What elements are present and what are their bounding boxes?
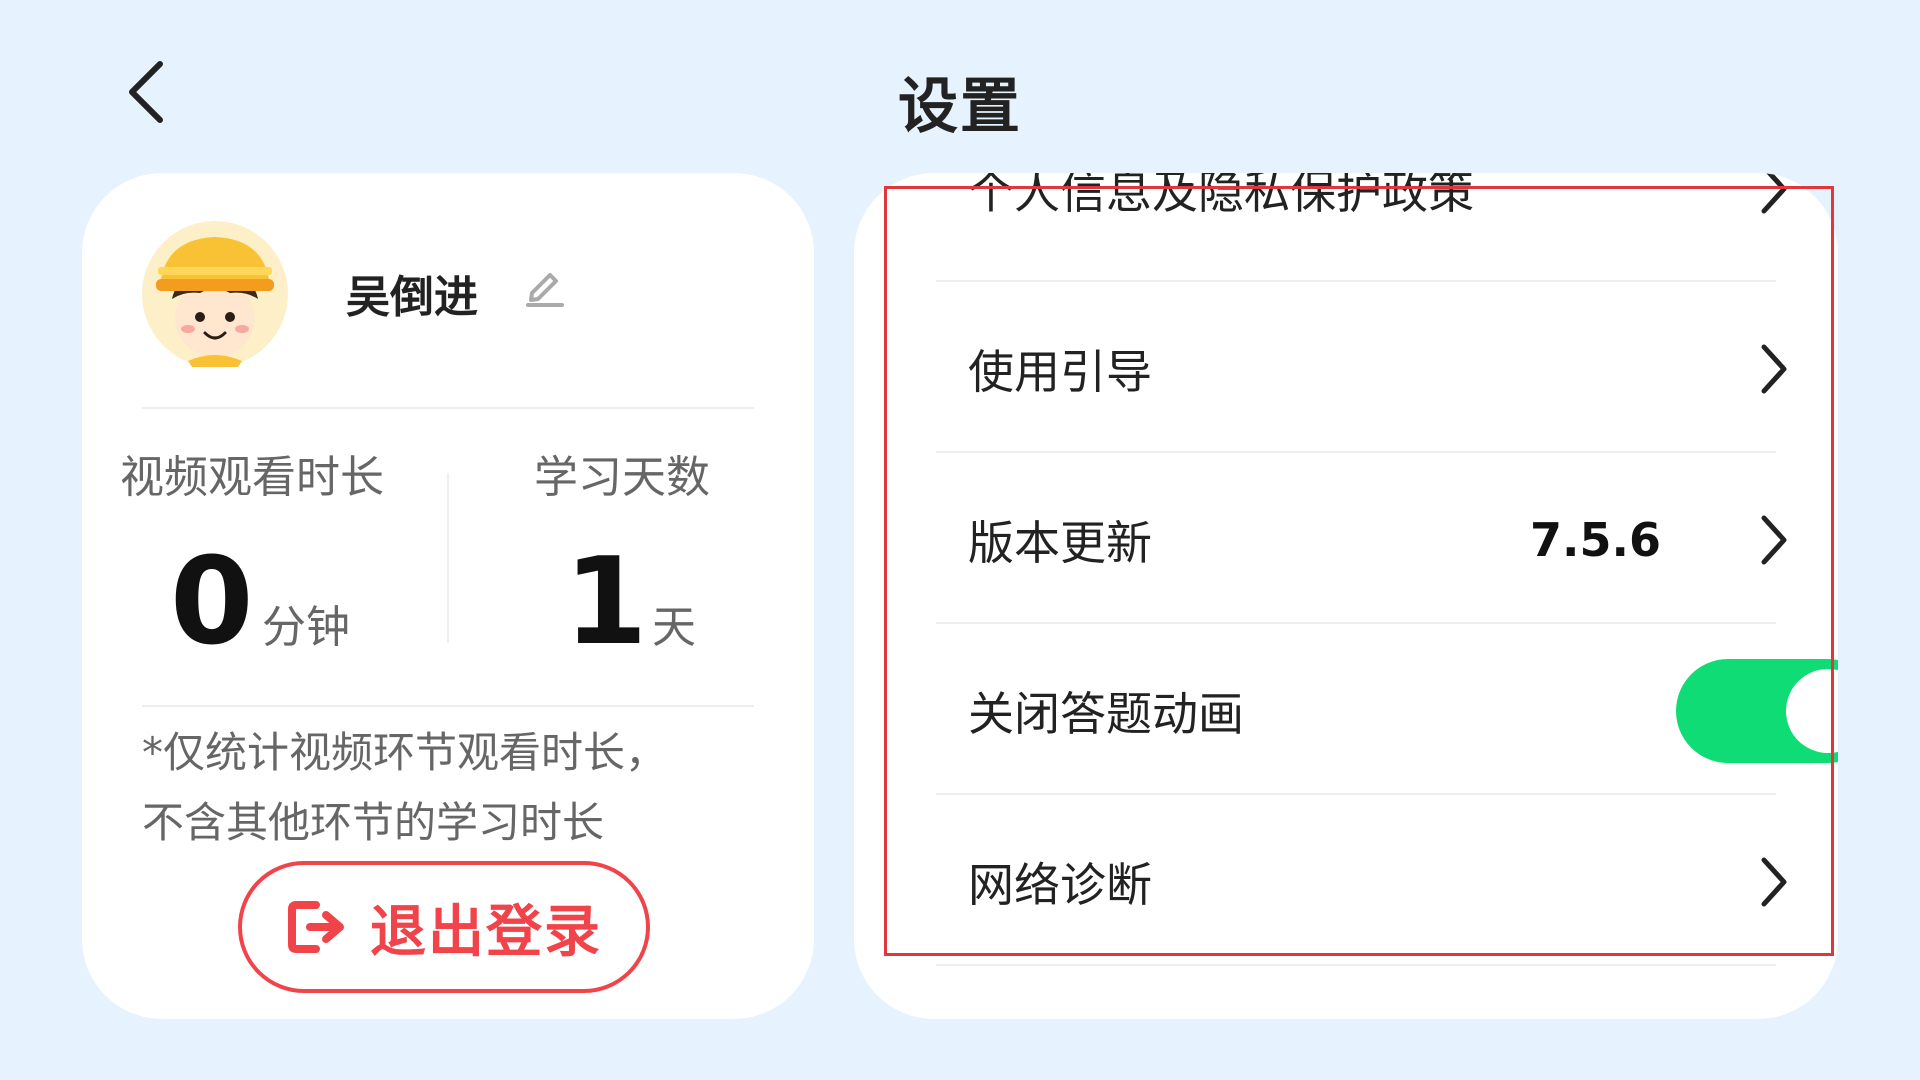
chevron-right-icon bbox=[1761, 173, 1787, 213]
profile-card: 吴倒进 视频观看时长 0 分钟 学习天数 1 天 *仅统计视频环节观看时长， 不… bbox=[82, 173, 814, 1019]
settings-item-label: 使用引导 bbox=[968, 344, 1152, 399]
settings-divider bbox=[936, 793, 1776, 795]
stats-divider bbox=[447, 473, 449, 643]
profile-divider bbox=[142, 407, 754, 409]
page-title: 设置 bbox=[898, 72, 1022, 142]
settings-item-disable-answer-animation: 关闭答题动画 bbox=[936, 625, 1838, 796]
settings-divider bbox=[936, 964, 1776, 966]
logout-label: 退出登录 bbox=[370, 899, 602, 965]
avatar bbox=[142, 221, 288, 367]
settings-divider bbox=[936, 451, 1776, 453]
chevron-right-icon bbox=[1761, 344, 1787, 393]
toggle-knob bbox=[1786, 668, 1838, 753]
settings-divider bbox=[936, 280, 1776, 282]
stat-study-days-value: 1 bbox=[564, 533, 648, 672]
stat-watch-time-label: 视频观看时长 bbox=[120, 452, 384, 503]
stats-note-line1: *仅统计视频环节观看时长， bbox=[142, 728, 668, 777]
username: 吴倒进 bbox=[346, 272, 478, 323]
settings-item-label: 版本更新 bbox=[968, 515, 1152, 570]
settings-item-version-update[interactable]: 版本更新 7.5.6 bbox=[936, 454, 1787, 625]
answer-animation-toggle[interactable] bbox=[1676, 658, 1838, 763]
stats-bottom-divider bbox=[142, 705, 754, 707]
settings-item-privacy-policy[interactable]: 个人信息及隐私保护政策 bbox=[936, 173, 1787, 274]
settings-item-label: 网络诊断 bbox=[968, 857, 1152, 912]
settings-card: 个人信息及隐私保护政策 使用引导 版本更新 7.5.6 关闭答题动画 网络诊断 bbox=[854, 173, 1838, 1019]
logout-button[interactable]: 退出登录 bbox=[238, 861, 650, 993]
settings-item-label: 关闭答题动画 bbox=[968, 686, 1244, 741]
stat-study-days-unit: 天 bbox=[652, 602, 696, 653]
chevron-right-icon bbox=[1761, 515, 1787, 564]
version-number: 7.5.6 bbox=[1530, 512, 1661, 567]
chevron-right-icon bbox=[1761, 857, 1787, 906]
stat-watch-time-unit: 分钟 bbox=[262, 602, 350, 653]
stats-note-line2: 不含其他环节的学习时长 bbox=[142, 798, 605, 847]
settings-item-network-diagnosis[interactable]: 网络诊断 bbox=[936, 796, 1787, 967]
child-avatar-icon bbox=[142, 221, 288, 367]
settings-item-label: 个人信息及隐私保护政策 bbox=[968, 173, 1474, 219]
settings-item-usage-guide[interactable]: 使用引导 bbox=[936, 283, 1787, 454]
settings-divider bbox=[936, 622, 1776, 624]
logout-icon bbox=[288, 901, 344, 953]
stat-study-days-label: 学习天数 bbox=[534, 452, 710, 503]
pencil-icon bbox=[526, 273, 564, 307]
edit-name-button[interactable] bbox=[522, 263, 568, 309]
stat-watch-time-value: 0 bbox=[170, 533, 254, 672]
stats-note: *仅统计视频环节观看时长， 不含其他环节的学习时长 bbox=[142, 718, 762, 858]
